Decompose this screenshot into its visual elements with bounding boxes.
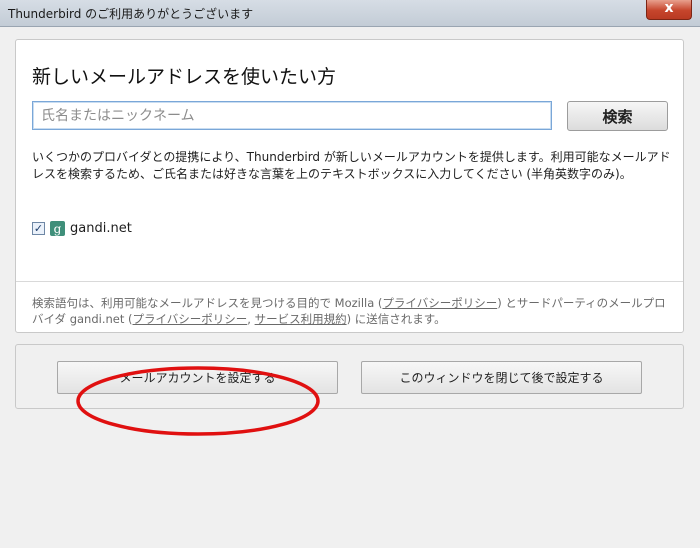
- name-search-input[interactable]: [32, 101, 552, 130]
- svg-text:g: g: [54, 222, 62, 236]
- mozilla-privacy-link[interactable]: プライバシーポリシー: [382, 296, 497, 310]
- provider-checkbox[interactable]: ✓: [32, 221, 45, 235]
- provider-option[interactable]: ✓ g gandi.net: [32, 219, 132, 237]
- window-client: 新しいメールアドレスを使いたい方 検索 いくつかのプロバイダとの提携により、Th…: [0, 27, 700, 548]
- close-and-setup-later-button[interactable]: このウィンドウを閉じて後で設定する: [361, 361, 642, 394]
- provider-description: いくつかのプロバイダとの提携により、Thunderbird が新しいメールアカウ…: [32, 150, 671, 181]
- divider: [16, 281, 683, 282]
- action-panel: メールアカウントを設定する このウィンドウを閉じて後で設定する: [15, 344, 684, 409]
- close-button[interactable]: x: [646, 0, 692, 20]
- setup-account-button[interactable]: メールアカウントを設定する: [57, 361, 338, 394]
- footnote-text: ) に送信されます。: [346, 312, 446, 326]
- gandi-icon: g: [50, 220, 65, 236]
- close-icon: x: [664, 0, 674, 16]
- privacy-footnote: 検索語句は、利用可能なメールアドレスを見つける目的で Mozilla (プライバ…: [32, 295, 672, 327]
- window-title: Thunderbird のご利用ありがとうございます: [8, 7, 254, 21]
- footnote-text: 検索語句は、利用可能なメールアドレスを見つける目的で Mozilla (: [32, 296, 383, 310]
- search-button[interactable]: 検索: [567, 101, 668, 131]
- new-address-panel: 新しいメールアドレスを使いたい方 検索 いくつかのプロバイダとの提携により、Th…: [15, 39, 684, 333]
- provider-name: gandi.net: [70, 220, 132, 236]
- title-bar: Thunderbird のご利用ありがとうございます x: [0, 0, 700, 27]
- footnote-separator: ,: [247, 312, 255, 326]
- panel-heading: 新しいメールアドレスを使いたい方: [32, 66, 337, 88]
- gandi-privacy-link[interactable]: プライバシーポリシー: [133, 312, 248, 326]
- gandi-terms-link[interactable]: サービス利用規約: [255, 312, 347, 326]
